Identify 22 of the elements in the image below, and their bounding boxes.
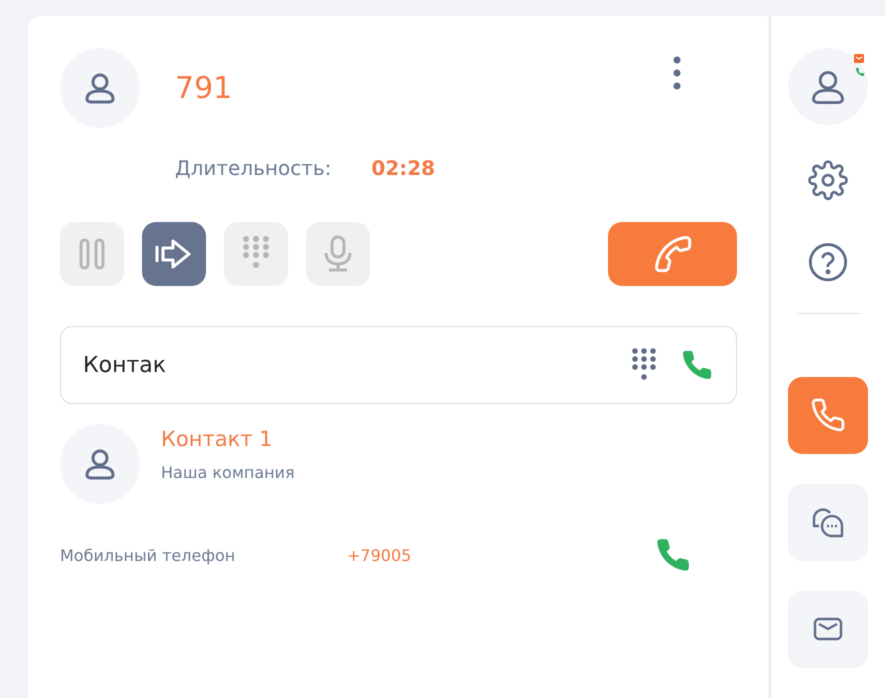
phone-type-label: Мобильный телефон [60, 546, 236, 564]
contact-name[interactable]: Контакт 1 [161, 426, 295, 450]
search-field[interactable]: Контак [83, 352, 608, 378]
phone-icon [652, 234, 692, 274]
pause-icon [77, 237, 107, 271]
contact-company: Наша компания [161, 462, 295, 482]
help-icon[interactable] [806, 240, 850, 283]
mail-tab[interactable] [788, 590, 868, 668]
call-duration: 02:28 [371, 156, 436, 180]
chat-tab[interactable] [788, 484, 868, 561]
caller-number: 791 [175, 70, 232, 106]
transfer-button[interactable] [142, 222, 206, 286]
phone-icon[interactable] [680, 348, 714, 382]
settings-icon[interactable] [807, 160, 849, 200]
more-menu-icon[interactable] [673, 56, 681, 90]
duration-label: Длительность: [175, 156, 332, 180]
phone-icon [810, 397, 846, 434]
hang-up-button[interactable] [608, 222, 737, 286]
phone-tab[interactable] [788, 376, 868, 454]
keypad-icon[interactable] [632, 348, 656, 382]
microphone-icon [323, 235, 353, 273]
phone-number[interactable]: +79005 [347, 546, 412, 564]
